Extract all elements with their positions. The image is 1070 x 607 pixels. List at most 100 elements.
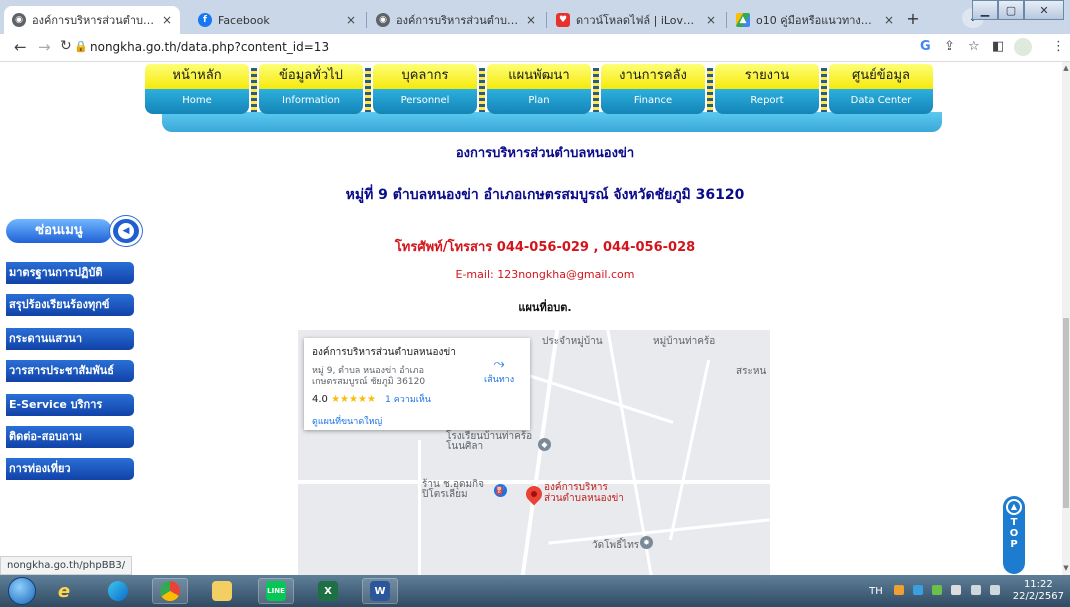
close-icon[interactable]: × <box>346 13 356 27</box>
volume-icon[interactable] <box>989 584 1000 595</box>
menu-label-en: Information <box>259 89 363 114</box>
school-poi-icon: ◆ <box>538 438 551 451</box>
rating-value: 4.0 <box>312 394 328 405</box>
maximize-button[interactable]: ▢ <box>998 0 1024 20</box>
chrome-icon <box>160 581 180 601</box>
language-indicator[interactable]: TH <box>869 586 883 597</box>
sidebar-item-standards[interactable]: มาตรฐานการปฏิบัติ <box>6 262 134 284</box>
menu-divider <box>365 68 371 112</box>
tray-app-icon[interactable] <box>893 584 904 595</box>
page-viewport: หน้าหลัก Home ข้อมูลทั่วไป Information บ… <box>0 62 1062 575</box>
place-label: องค์การบริหารส่วนตำบลหนองข่า <box>544 482 624 504</box>
window-controls: ▁ ▢ ✕ <box>972 0 1064 20</box>
more-menu-icon[interactable]: ⋮ <box>1052 39 1065 54</box>
reload-icon[interactable]: ↻ <box>60 38 72 54</box>
taskbar-edge[interactable] <box>100 578 136 604</box>
bookmark-star-icon[interactable]: ☆ <box>968 39 980 54</box>
reviews-link[interactable]: 1 ความเห็น <box>385 395 431 405</box>
forward-arrow-icon[interactable]: → <box>38 38 51 56</box>
ilovepdf-icon: ♥ <box>556 13 570 27</box>
menu-label-en: Data Center <box>829 89 933 114</box>
sidebar-item-webboard[interactable]: กระดานแสวนา <box>6 328 134 350</box>
tab-active[interactable]: ◉ องค์การบริหารส่วนตำบลหนองข่า × <box>4 6 180 34</box>
windows-taskbar: e LINE X W TH 11:22 22/2/2567 <box>0 575 1070 607</box>
scroll-top-button[interactable]: ▲ T O P <box>1003 496 1025 574</box>
window-close-button[interactable]: ✕ <box>1024 0 1064 20</box>
network-icon[interactable] <box>970 584 981 595</box>
sidebar-item-contact[interactable]: ติดต่อ-สอบถาม <box>6 426 134 448</box>
submenu-toggle[interactable]: ซ่อนเมนู ◀ <box>6 216 144 246</box>
menu-divider <box>479 68 485 112</box>
collapse-button[interactable]: ◀ <box>110 216 142 246</box>
minimize-button[interactable]: ▁ <box>972 0 998 20</box>
tab-facebook[interactable]: f Facebook × <box>190 6 364 34</box>
close-icon[interactable]: × <box>884 13 894 27</box>
menu-plan[interactable]: แผนพัฒนา Plan <box>487 64 591 114</box>
close-icon[interactable]: × <box>706 13 716 27</box>
tab-nongkha-2[interactable]: ◉ องค์การบริหารส่วนตำบลหนองข่า × <box>368 6 544 34</box>
close-icon[interactable]: × <box>162 13 172 27</box>
map-road <box>298 480 770 484</box>
tray-app-icon[interactable] <box>912 584 923 595</box>
directions-button[interactable]: ⤳ เส้นทาง <box>484 356 514 386</box>
browser-tab-bar: ◉ องค์การบริหารส่วนตำบลหนองข่า × f Faceb… <box>0 0 1070 34</box>
profile-avatar[interactable] <box>1014 38 1032 56</box>
address-toolbar: ← → ↻ 🔒 nongkha.go.th/data.php?content_i… <box>0 34 1070 62</box>
menu-data-center[interactable]: ศูนย์ข้อมูล Data Center <box>829 64 933 114</box>
menu-label-th: ศูนย์ข้อมูล <box>829 64 933 89</box>
menu-home[interactable]: หน้าหลัก Home <box>145 64 249 114</box>
map-road <box>548 518 770 545</box>
line-app-icon: LINE <box>266 581 286 601</box>
menu-information[interactable]: ข้อมูลทั่วไป Information <box>259 64 363 114</box>
flag-icon[interactable] <box>951 584 962 595</box>
system-tray: TH 11:22 22/2/2567 <box>869 575 1064 607</box>
chevron-left-icon: ◀ <box>118 223 134 239</box>
excel-icon: X <box>318 581 338 601</box>
globe-icon: ◉ <box>376 13 390 27</box>
close-icon[interactable]: × <box>526 13 536 27</box>
view-larger-map-link[interactable]: ดูแผนที่ขนาดใหญ่ <box>312 414 522 428</box>
taskbar-ie[interactable]: e <box>46 578 82 604</box>
menu-label-th: งานการคลัง <box>601 64 705 89</box>
back-arrow-icon[interactable]: ← <box>14 38 27 56</box>
share-icon[interactable]: ⇪ <box>944 39 955 54</box>
url-field[interactable]: nongkha.go.th/data.php?content_id=13 <box>90 40 329 54</box>
menu-divider <box>707 68 713 112</box>
taskbar-word[interactable]: W <box>362 578 398 604</box>
fuel-poi-icon: ⛽ <box>494 484 507 497</box>
page-scrollbar[interactable]: ▲ ▼ <box>1062 62 1070 575</box>
main-menu: หน้าหลัก Home ข้อมูลทั่วไป Information บ… <box>145 62 945 118</box>
scroll-down-arrow-icon[interactable]: ▼ <box>1062 564 1070 572</box>
taskbar-line[interactable]: LINE <box>258 578 294 604</box>
start-button[interactable] <box>8 577 36 605</box>
map-label: วัดโพธิ์ไทร <box>592 540 640 551</box>
folder-icon <box>212 581 232 601</box>
taskbar-chrome[interactable] <box>152 578 188 604</box>
tab-drive[interactable]: ▲ o10 คู่มือหรือแนวทางการปฏิบัติงาน × <box>728 6 902 34</box>
menu-report[interactable]: รายงาน Report <box>715 64 819 114</box>
embedded-map[interactable]: ประจำหมู่บ้าน หมู่บ้านท่าคร้อ สระหน โรงเ… <box>298 330 770 575</box>
taskbar-excel[interactable]: X <box>310 578 346 604</box>
scrollbar-thumb[interactable] <box>1063 318 1069 508</box>
sidebar-item-tourism[interactable]: การท่องเที่ยว <box>6 458 134 480</box>
scroll-up-arrow-icon[interactable]: ▲ <box>1062 64 1070 72</box>
menu-divider <box>821 68 827 112</box>
sidebar-item-complaints[interactable]: สรุปร้องเรียนร้องทุกข์ <box>6 294 134 316</box>
sidebar-item-newsletter[interactable]: วารสารประชาสัมพันธ์ <box>6 360 134 382</box>
map-marker-icon[interactable] <box>522 482 546 506</box>
side-panel-icon[interactable]: ◧ <box>992 39 1004 54</box>
taskbar-explorer[interactable] <box>204 578 240 604</box>
phone-text: โทรศัพท์/โทรสาร 044-056-029 , 044-056-02… <box>394 240 696 255</box>
new-tab-button[interactable]: + <box>903 8 923 28</box>
menu-finance[interactable]: งานการคลัง Finance <box>601 64 705 114</box>
tab-title: o10 คู่มือหรือแนวทางการปฏิบัติงาน <box>756 14 878 27</box>
google-icon[interactable]: G <box>920 39 931 54</box>
tab-ilovepdf[interactable]: ♥ ดาวน์โหลดไฟล์ | iLovePDF × <box>548 6 724 34</box>
tray-app-icon[interactable] <box>932 584 943 595</box>
directions-label: เส้นทาง <box>484 375 515 385</box>
directions-icon: ⤳ <box>493 356 505 372</box>
clock[interactable]: 11:22 22/2/2567 <box>1013 579 1064 603</box>
sidebar-item-eservice[interactable]: E-Service บริการ <box>6 394 134 416</box>
menu-divider <box>593 68 599 112</box>
menu-personnel[interactable]: บุคลากร Personnel <box>373 64 477 114</box>
